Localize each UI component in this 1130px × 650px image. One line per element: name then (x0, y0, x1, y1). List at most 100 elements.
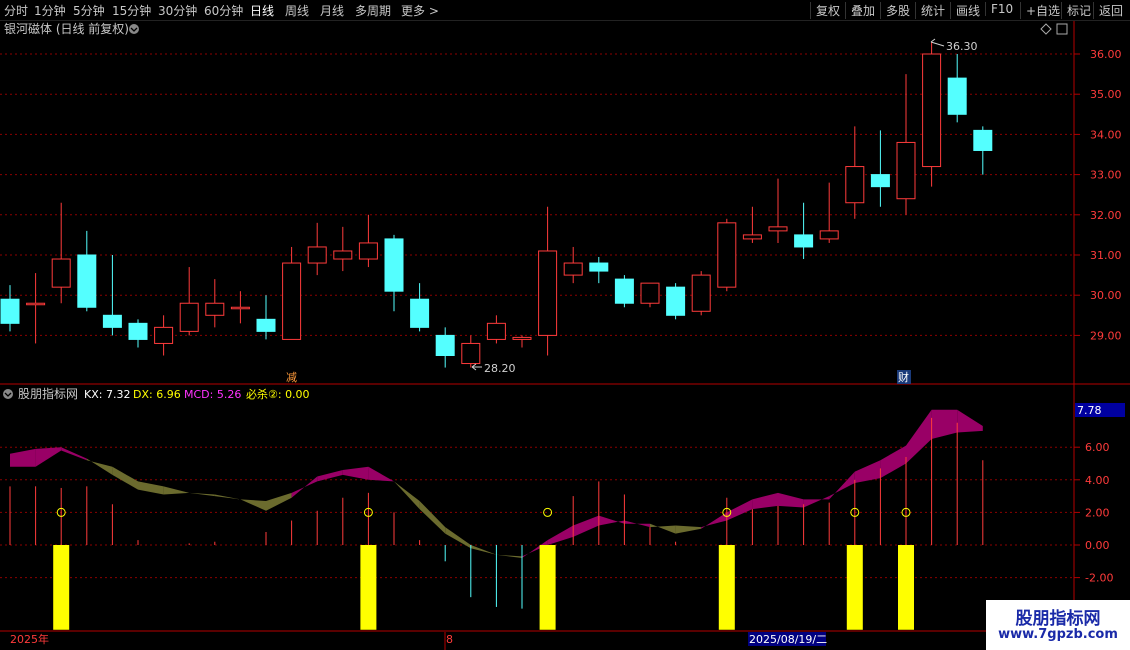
indicator-dx: DX: 6.96 (133, 388, 181, 401)
date-box-text: 2025/08/19/二 (749, 633, 827, 646)
band-bull-segment (931, 409, 958, 440)
candle-up (512, 336, 532, 340)
band-bull-segment (701, 512, 727, 529)
band-bull-segment (368, 466, 394, 482)
band-bear-segment (496, 554, 522, 559)
band-bull-segment (573, 515, 599, 537)
back-button[interactable]: 返回 (1093, 2, 1123, 19)
period-tab-more[interactable]: 更多 > (401, 2, 439, 19)
candle-up (154, 326, 174, 344)
band-bull-segment (547, 525, 574, 545)
indicator-tick-label: 4.00 (1085, 474, 1110, 487)
reduce-marker[interactable]: 减 (286, 371, 297, 384)
period-tab-monthly[interactable]: 月线 (320, 2, 344, 19)
candle-down (589, 262, 609, 272)
candle-down (0, 298, 20, 324)
band-bear-segment (240, 499, 266, 511)
candle-up (717, 222, 737, 288)
high-price-label: 36.30 (946, 40, 978, 53)
band-bull-segment (61, 447, 87, 461)
candle-down (794, 234, 814, 248)
price-tick-label: 36.00 (1090, 48, 1122, 61)
low-arrow-icon (471, 363, 482, 371)
signal-bar (718, 545, 735, 630)
watermark-name: 股朋指标网 (1015, 609, 1101, 629)
period-tab-30min[interactable]: 30分钟 (158, 2, 197, 19)
band-bear-segment (214, 494, 241, 500)
indicator-collapse-icon[interactable] (3, 389, 13, 399)
candle-up (640, 282, 660, 304)
candle-down (128, 322, 148, 340)
finance-marker[interactable]: 财 (898, 370, 909, 384)
indicator-bar-layer (9, 417, 984, 630)
indicator-title: 股朋指标网 (18, 386, 78, 401)
band-bear-segment (112, 466, 138, 490)
year-label: 2025年 (10, 632, 49, 646)
period-tab-1min[interactable]: 1分钟 (34, 2, 66, 19)
period-tab-60min[interactable]: 60分钟 (204, 2, 243, 19)
label-layer: 29.00 30.00 31.00 32.00 33.00 34.00 35.00 36.00… (56, 48, 1122, 585)
stats-button[interactable]: 统计 (915, 2, 945, 19)
candle-up (358, 242, 378, 260)
draw-button[interactable]: 画线 (950, 2, 980, 19)
band-bull-segment (726, 499, 753, 521)
period-toolbar: 分时 1分钟 5分钟 15分钟 30分钟 60分钟 日线 周线 月线 多周期 更… (0, 0, 1130, 21)
diamond-icon[interactable] (1040, 23, 1052, 35)
period-tab-daily[interactable]: 日线 (250, 2, 274, 19)
indicator-tick-label: -2.00 (1085, 572, 1113, 585)
candle-down (102, 314, 122, 328)
candle-up (51, 258, 71, 288)
band-bear-segment (138, 481, 164, 495)
candle-up (563, 262, 583, 276)
f10-button[interactable]: F10 (985, 2, 1013, 16)
candle-up (845, 166, 865, 204)
candle-down (973, 129, 993, 151)
band-bull-segment (10, 448, 36, 467)
period-tab-multi[interactable]: 多周期 (355, 2, 391, 19)
value-box-text: 7.78 (1077, 404, 1102, 417)
candle-down (384, 238, 404, 292)
band-bull-segment (880, 445, 906, 479)
candle-down (614, 278, 634, 304)
candle-up (922, 53, 942, 168)
candle-down (77, 254, 97, 308)
period-tab-15min[interactable]: 15分钟 (112, 2, 151, 19)
chart-canvas: 29.00 30.00 31.00 32.00 33.00 34.00 35.00 36.00… (0, 20, 1130, 650)
overlay-button[interactable]: 叠加 (845, 2, 875, 19)
multi-stock-button[interactable]: 多股 (880, 2, 910, 19)
candle-up (486, 322, 506, 340)
price-tick-label: 35.00 (1090, 88, 1122, 101)
price-tick-label: 29.00 (1090, 329, 1122, 342)
month-label: 8 (446, 633, 453, 646)
low-price-label: 28.20 (484, 362, 516, 375)
expand-icon[interactable] (1056, 23, 1068, 35)
candle-up (26, 302, 46, 306)
indicator-band-layer (10, 409, 983, 559)
band-bear-segment (419, 500, 446, 534)
price-tick-label: 34.00 (1090, 128, 1122, 141)
signal-bar (360, 545, 377, 630)
signal-bar (53, 545, 70, 630)
mark-button[interactable]: 标记 (1061, 2, 1091, 19)
band-bull-segment (957, 409, 983, 433)
period-tab-weekly[interactable]: 周线 (285, 2, 309, 19)
restore-rights-button[interactable]: 复权 (810, 2, 840, 19)
indicator-kx: KX: 7.32 (84, 388, 130, 401)
period-tab-5min[interactable]: 5分钟 (73, 2, 105, 19)
band-bear-segment (650, 523, 676, 534)
add-watchlist-button[interactable]: +自选 (1020, 2, 1060, 19)
candle-up (768, 226, 788, 232)
band-bull-segment (803, 496, 830, 508)
candle-up (691, 274, 711, 312)
band-bear-segment (470, 545, 497, 555)
candle-up (307, 246, 327, 264)
band-bull-segment (624, 520, 650, 528)
candle-up (333, 250, 353, 260)
main-panel-title: 银河磁体 (日线 前复权) (4, 21, 129, 36)
main-collapse-icon[interactable] (129, 24, 139, 34)
candle-down (666, 286, 686, 316)
band-bull-segment (906, 409, 932, 464)
period-tab-intraday[interactable]: 分时 (4, 2, 28, 19)
candle-up (461, 342, 481, 365)
candle-up (538, 250, 558, 336)
